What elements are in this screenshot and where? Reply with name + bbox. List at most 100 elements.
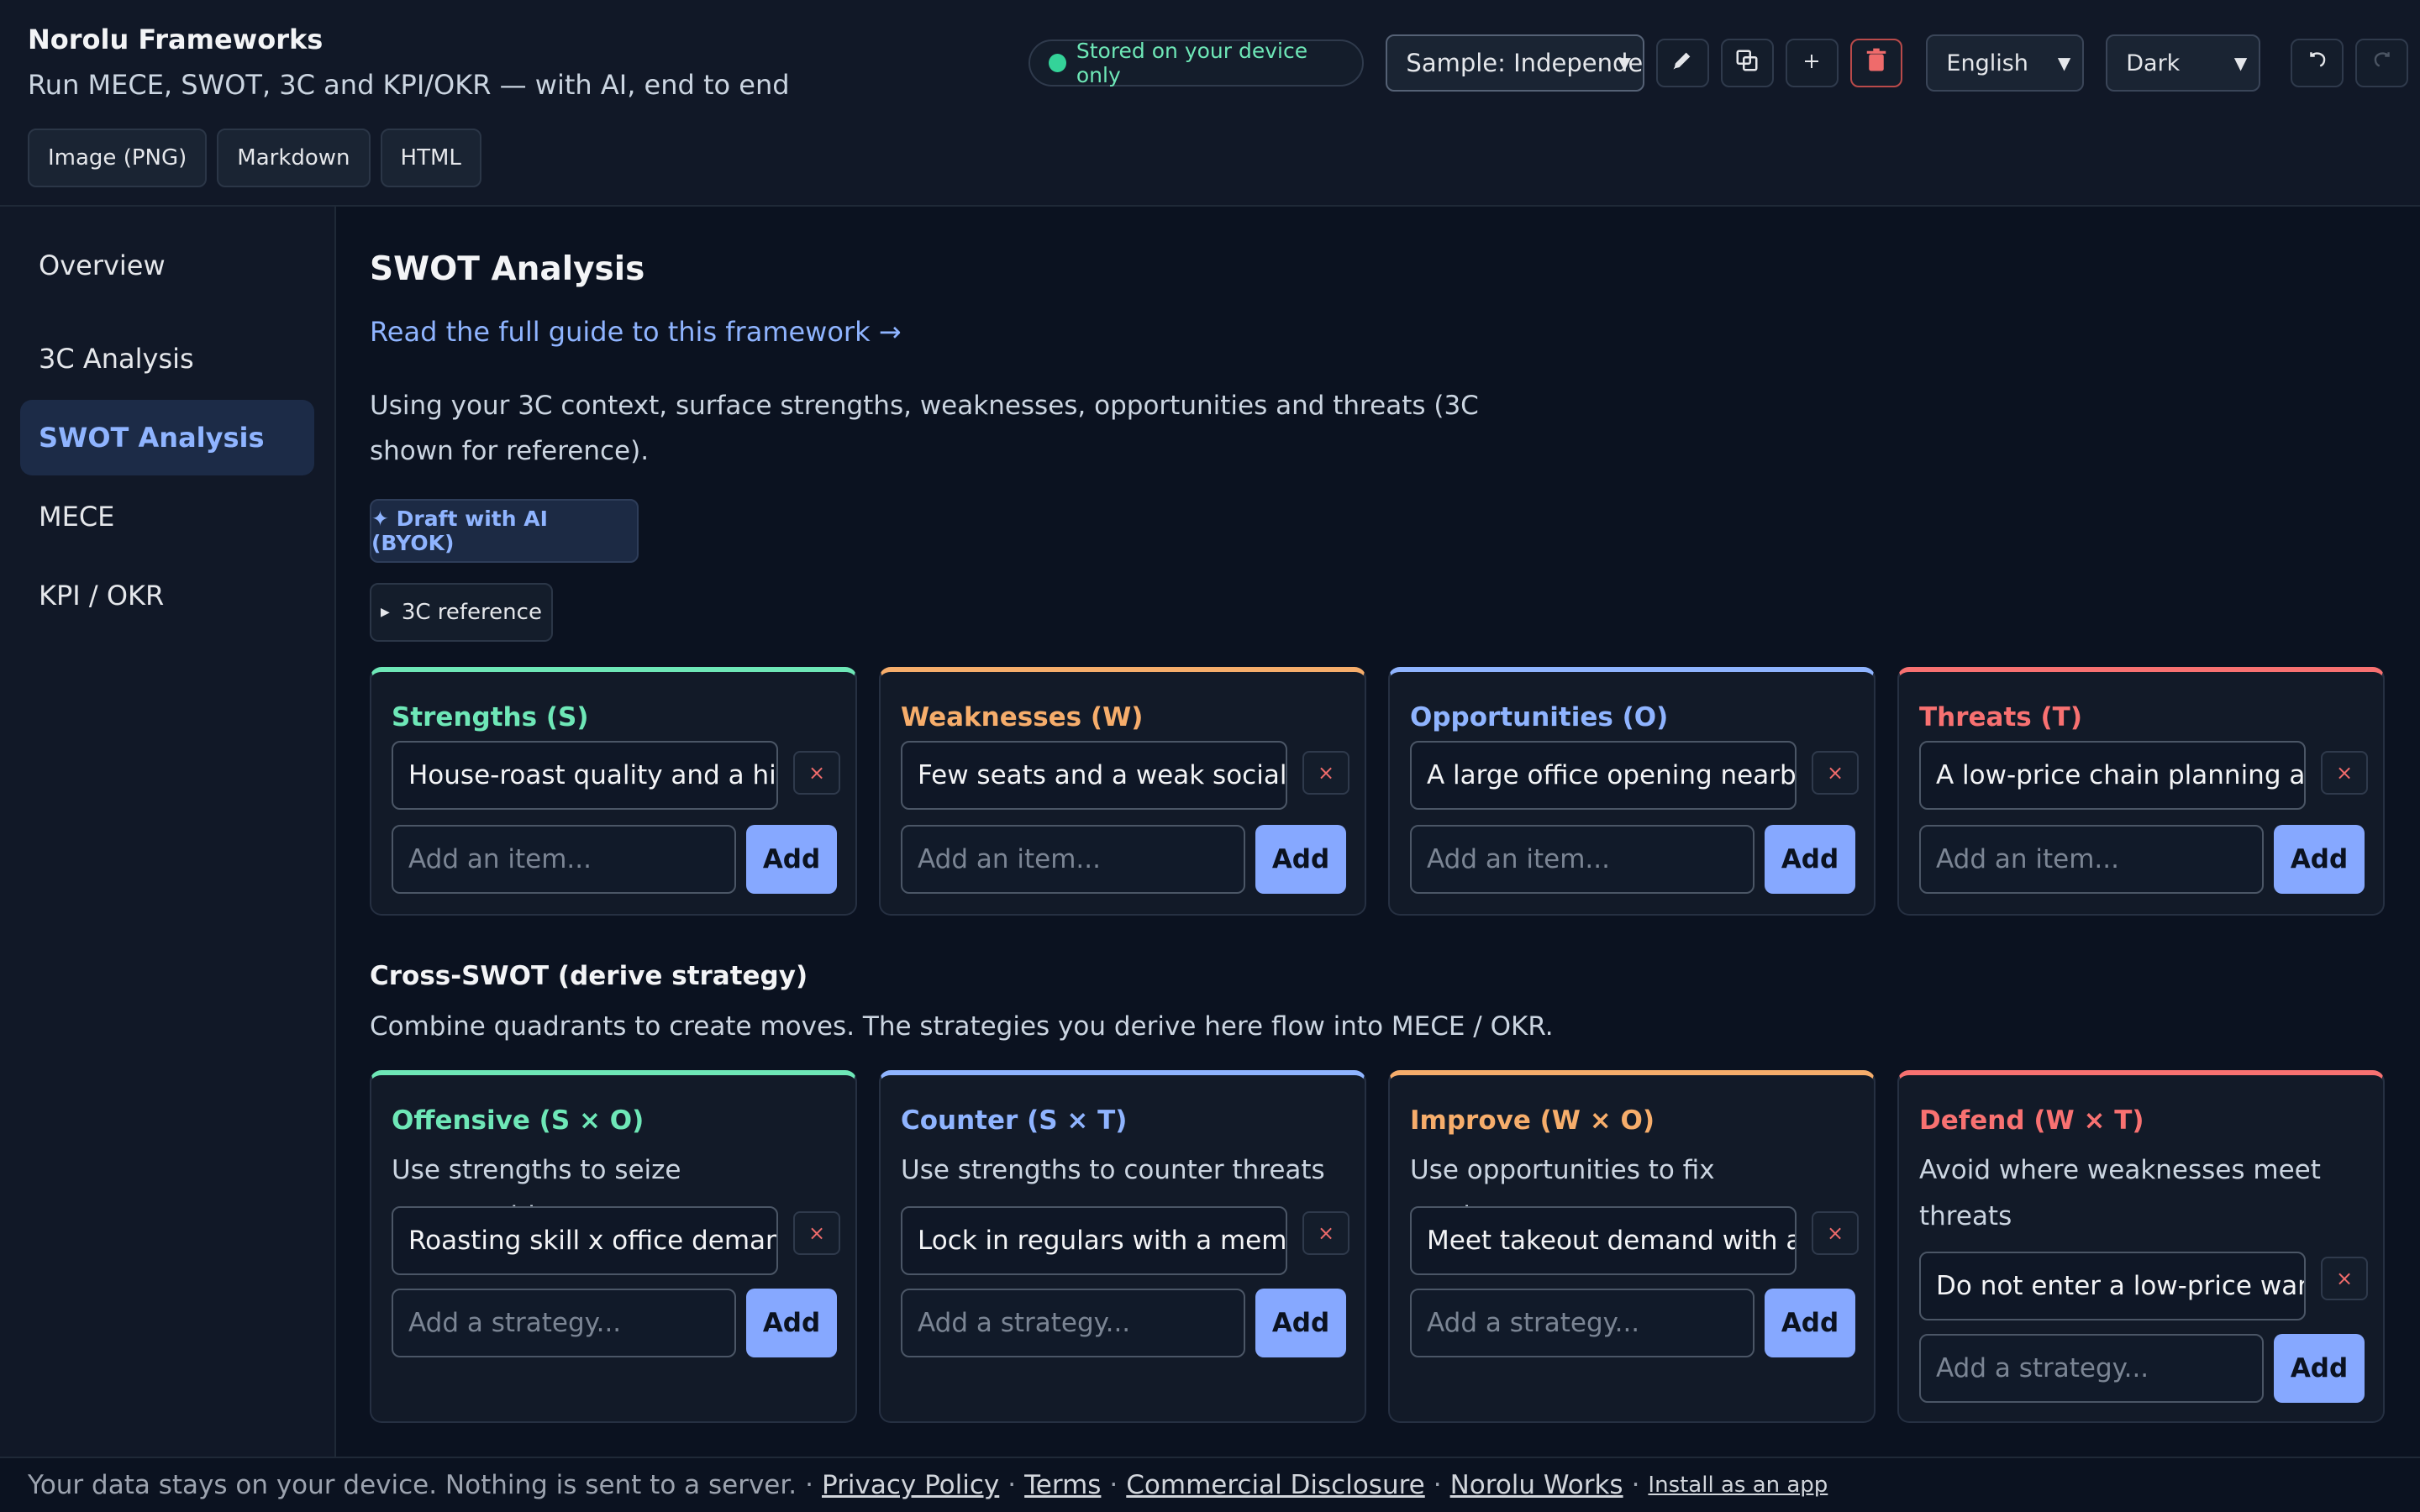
strengths-card: Strengths (S) House-roast quality and a …: [370, 667, 857, 916]
theme-select[interactable]: Dark ▼: [2106, 34, 2261, 92]
defend-add-button[interactable]: Add: [2274, 1334, 2365, 1403]
3c-reference-label: 3C reference: [401, 600, 542, 625]
undo-icon: [2307, 50, 2328, 77]
strengths-item[interactable]: House-roast quality and a high repeat ra…: [392, 741, 778, 810]
sidebar: Overview 3C Analysis SWOT Analysis MECE …: [0, 207, 336, 1457]
storage-badge-label: Stored on your device only: [1076, 39, 1308, 87]
sidebar-item-overview[interactable]: Overview: [20, 228, 314, 303]
new-button[interactable]: [1785, 39, 1839, 87]
status-dot-icon: [1049, 54, 1066, 72]
install-app-link[interactable]: Install as an app: [1648, 1473, 1828, 1498]
undo-button[interactable]: [2291, 39, 2344, 87]
improve-item[interactable]: Meet takeout demand with app ordering: [1410, 1206, 1797, 1275]
3c-reference-toggle[interactable]: ▶ 3C reference: [370, 583, 553, 642]
remove-item-button[interactable]: ×: [1302, 751, 1349, 795]
guide-link[interactable]: Read the full guide to this framework →: [370, 316, 902, 348]
offensive-add-input[interactable]: Add a strategy...: [392, 1289, 736, 1357]
footer-separator: ·: [1007, 1470, 1017, 1500]
card-title: Counter (S × T): [901, 1105, 1128, 1136]
counter-add-input[interactable]: Add a strategy...: [901, 1289, 1245, 1357]
language-select-value: English: [1946, 50, 2028, 76]
weaknesses-card: Weaknesses (W) Few seats and a weak soci…: [879, 667, 1366, 916]
app-title: Norolu Frameworks: [28, 24, 324, 55]
redo-icon: [2371, 50, 2393, 77]
defend-card: Defend (W × T) Avoid where weaknesses me…: [1897, 1070, 2385, 1423]
threats-add-input[interactable]: Add an item...: [1919, 825, 2264, 894]
threats-item[interactable]: A low-price chain planning a store nearb…: [1919, 741, 2306, 810]
opportunities-card: Opportunities (O) A large office opening…: [1388, 667, 1876, 916]
remove-item-button[interactable]: ×: [1302, 1211, 1349, 1255]
header-controls: Stored on your device only Sample: Indep…: [1028, 34, 2420, 92]
footer-separator: ·: [1433, 1470, 1442, 1500]
strengths-add-input[interactable]: Add an item...: [392, 825, 736, 894]
weaknesses-item[interactable]: Few seats and a weak social media presen…: [901, 741, 1287, 810]
pencil-icon: [1670, 49, 1694, 78]
offensive-add-button[interactable]: Add: [746, 1289, 837, 1357]
plus-icon: [1802, 50, 1822, 77]
strengths-add-button[interactable]: Add: [746, 825, 837, 894]
counter-card: Counter (S × T) Use strengths to counter…: [879, 1070, 1366, 1423]
card-title: Opportunities (O): [1410, 702, 1669, 732]
export-html-button[interactable]: HTML: [380, 129, 481, 187]
sample-select[interactable]: Sample: Independent ▼: [1386, 34, 1644, 92]
privacy-policy-link[interactable]: Privacy Policy: [822, 1470, 999, 1500]
norolu-works-link[interactable]: Norolu Works: [1450, 1470, 1623, 1500]
caret-right-icon: ▶: [381, 606, 390, 619]
remove-item-button[interactable]: ×: [793, 751, 840, 795]
weaknesses-add-input[interactable]: Add an item...: [901, 825, 1245, 894]
storage-badge: Stored on your device only: [1028, 39, 1365, 87]
remove-item-button[interactable]: ×: [2321, 1257, 2368, 1300]
sidebar-item-swot[interactable]: SWOT Analysis: [20, 400, 314, 475]
page-title: SWOT Analysis: [370, 250, 645, 288]
remove-item-button[interactable]: ×: [793, 1211, 840, 1255]
improve-card: Improve (W × O) Use opportunities to fix…: [1388, 1070, 1876, 1423]
card-desc: Use strengths to counter threats: [901, 1155, 1325, 1185]
counter-add-button[interactable]: Add: [1255, 1289, 1346, 1357]
redo-button[interactable]: [2355, 39, 2409, 87]
sidebar-item-3c[interactable]: 3C Analysis: [20, 321, 314, 396]
terms-link[interactable]: Terms: [1024, 1470, 1101, 1500]
defend-item[interactable]: Do not enter a low-price war on coffee: [1919, 1252, 2306, 1320]
improve-add-button[interactable]: Add: [1765, 1289, 1855, 1357]
opportunities-item[interactable]: A large office opening nearby: [1410, 741, 1797, 810]
chevron-down-icon: ▼: [2233, 53, 2248, 73]
footer-separator: ·: [805, 1470, 813, 1500]
app-subtitle: Run MECE, SWOT, 3C and KPI/OKR — with AI…: [28, 69, 790, 101]
footer-separator: ·: [1109, 1470, 1118, 1500]
remove-item-button[interactable]: ×: [1812, 751, 1859, 795]
rename-button[interactable]: [1655, 39, 1709, 87]
counter-item[interactable]: Lock in regulars with a membership progr…: [901, 1206, 1287, 1275]
card-title: Defend (W × T): [1919, 1105, 2144, 1136]
footer: Your data stays on your device. Nothing …: [0, 1457, 2420, 1512]
remove-item-button[interactable]: ×: [1812, 1211, 1859, 1255]
sidebar-item-kpi-okr[interactable]: KPI / OKR: [20, 558, 314, 633]
defend-add-input[interactable]: Add a strategy...: [1919, 1334, 2264, 1403]
export-toolbar: Image (PNG) Markdown HTML: [28, 129, 481, 187]
threats-card: Threats (T) A low-price chain planning a…: [1897, 667, 2385, 916]
card-title: Strengths (S): [392, 702, 589, 732]
footer-separator: ·: [1631, 1470, 1640, 1500]
sidebar-item-mece[interactable]: MECE: [20, 479, 314, 554]
card-title: Offensive (S × O): [392, 1105, 644, 1136]
footer-text: Your data stays on your device. Nothing …: [28, 1470, 797, 1500]
language-select[interactable]: English ▼: [1926, 34, 2085, 92]
draft-with-ai-button[interactable]: ✦ Draft with AI (BYOK): [370, 499, 639, 563]
main-content: SWOT Analysis Read the full guide to thi…: [336, 207, 2420, 1457]
export-png-button[interactable]: Image (PNG): [28, 129, 208, 187]
threats-add-button[interactable]: Add: [2274, 825, 2365, 894]
delete-button[interactable]: [1849, 39, 1903, 87]
card-title: Weaknesses (W): [901, 702, 1144, 732]
export-markdown-button[interactable]: Markdown: [217, 129, 371, 187]
improve-add-input[interactable]: Add a strategy...: [1410, 1289, 1754, 1357]
offensive-item[interactable]: Roasting skill x office demand: bean sub…: [392, 1206, 778, 1275]
trash-icon: [1865, 48, 1887, 79]
weaknesses-add-button[interactable]: Add: [1255, 825, 1346, 894]
app-header: Norolu Frameworks Run MECE, SWOT, 3C and…: [0, 0, 2420, 207]
remove-item-button[interactable]: ×: [2321, 751, 2368, 795]
opportunities-add-input[interactable]: Add an item...: [1410, 825, 1754, 894]
commercial-disclosure-link[interactable]: Commercial Disclosure: [1126, 1470, 1424, 1500]
opportunities-add-button[interactable]: Add: [1765, 825, 1855, 894]
duplicate-button[interactable]: [1720, 39, 1774, 87]
cross-swot-title: Cross-SWOT (derive strategy): [370, 961, 808, 991]
card-title: Improve (W × O): [1410, 1105, 1655, 1136]
